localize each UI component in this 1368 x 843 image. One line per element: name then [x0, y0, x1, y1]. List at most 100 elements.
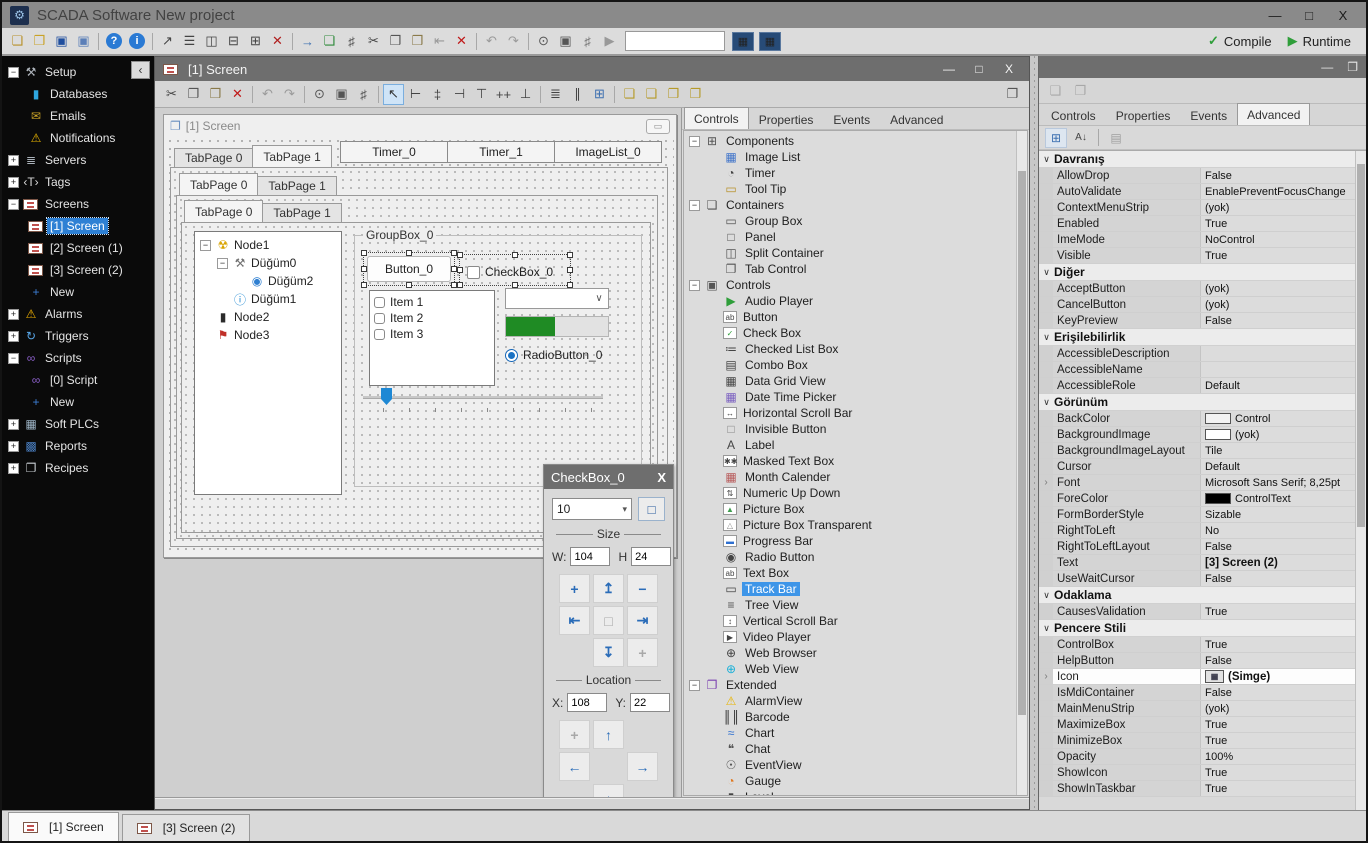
palette-item-numeric-up-down[interactable]: ⇅Numeric Up Down: [684, 485, 1016, 501]
move-right-button[interactable]: →: [627, 752, 658, 781]
palette-item-image-list[interactable]: ▦Image List: [684, 149, 1016, 165]
quick-search-input[interactable]: [625, 31, 725, 51]
tab-advanced[interactable]: Advanced: [880, 110, 953, 129]
redo-icon[interactable]: ↷: [279, 84, 300, 105]
sort-alphabetical-button[interactable]: A↓: [1070, 128, 1092, 148]
compile-button[interactable]: ✓Compile: [1208, 33, 1272, 49]
grid-layout-icon[interactable]: ⊞: [245, 31, 266, 52]
property-row-forecolor[interactable]: ForeColorControlText: [1039, 491, 1355, 507]
property-value[interactable]: (yok): [1201, 297, 1355, 312]
palette-item-panel[interactable]: □Panel: [684, 229, 1016, 245]
expander-icon[interactable]: −: [8, 67, 19, 78]
dock-left-button[interactable]: ⇤: [559, 606, 590, 635]
property-value[interactable]: (yok): [1201, 427, 1355, 442]
runtime-button[interactable]: ▶Runtime: [1288, 33, 1351, 49]
palette-item-alarmview[interactable]: ⚠AlarmView: [684, 693, 1016, 709]
shrink-icon[interactable]: ⇤: [429, 31, 450, 52]
expander-icon[interactable]: −: [689, 680, 700, 691]
property-row-autovalidate[interactable]: AutoValidateEnablePreventFocusChange: [1039, 184, 1355, 200]
props-minimize-button[interactable]: —: [1321, 60, 1333, 74]
property-row-accessibledescription[interactable]: AccessibleDescription: [1039, 346, 1355, 362]
tray-item-imagelist-0[interactable]: ImageList_0: [554, 141, 662, 163]
property-row-icon[interactable]: ›Icon▦(Simge): [1039, 669, 1355, 685]
zoom-document-icon[interactable]: ⊙: [309, 84, 330, 105]
redo-icon[interactable]: ↷: [503, 31, 524, 52]
resize-handle-s[interactable]: [406, 282, 412, 288]
tree-node-d-m2[interactable]: ◉Düğüm2: [195, 272, 341, 290]
save-icon[interactable]: ▣: [51, 31, 72, 52]
expander-icon[interactable]: −: [8, 199, 19, 210]
sidebar-item-new[interactable]: +New: [2, 391, 154, 413]
property-value[interactable]: (yok): [1201, 200, 1355, 215]
categorized-button[interactable]: ⊞: [1045, 128, 1067, 148]
sidebar-item-databases[interactable]: ▮Databases: [2, 83, 154, 105]
sidebar-item-2-screen-1[interactable]: [2] Screen (1): [2, 237, 154, 259]
copy-icon[interactable]: ❐: [183, 84, 204, 105]
property-value[interactable]: True: [1201, 781, 1355, 796]
align-right-icon[interactable]: ⊣: [449, 84, 470, 105]
designer-tab-tabpage-1[interactable]: TabPage 1: [252, 145, 331, 167]
image-tool-1-icon[interactable]: ▦: [732, 32, 754, 51]
property-value[interactable]: Control: [1201, 411, 1355, 426]
bring-forward-icon[interactable]: ❐: [663, 84, 684, 105]
copy-icon[interactable]: ❐: [385, 31, 406, 52]
preview-icon[interactable]: ▶: [599, 31, 620, 52]
property-row-backgroundimage[interactable]: BackgroundImage(yok): [1039, 427, 1355, 443]
properties-scrollbar[interactable]: [1355, 151, 1366, 810]
open-folder-icon[interactable]: ❒: [29, 31, 50, 52]
zoom-document-icon[interactable]: ⊙: [533, 31, 554, 52]
same-width-icon[interactable]: ≣: [545, 84, 566, 105]
y-input[interactable]: [630, 693, 670, 712]
property-row-controlbox[interactable]: ControlBoxTrue: [1039, 637, 1355, 653]
palette-item-month-calender[interactable]: ▦Month Calender: [684, 469, 1016, 485]
expander-icon[interactable]: +: [8, 309, 19, 320]
screen-tab-3-screen-2[interactable]: [3] Screen (2): [122, 814, 251, 841]
resize-handle-sw[interactable]: [361, 282, 367, 288]
grid-step-select[interactable]: 10▾: [552, 498, 632, 520]
designer-tab-tabpage-1[interactable]: TabPage 1: [257, 176, 336, 195]
palette-item-timer[interactable]: ◔Timer: [684, 165, 1016, 181]
property-value[interactable]: Default: [1201, 378, 1355, 393]
panel-splitter[interactable]: [1030, 56, 1038, 810]
resize-handle-ne[interactable]: [567, 252, 573, 258]
property-value[interactable]: 100%: [1201, 749, 1355, 764]
palette-item-level[interactable]: ▮Level: [684, 789, 1016, 795]
palette-item-chart[interactable]: ≈Chart: [684, 725, 1016, 741]
designer-radiobutton[interactable]: RadioButton_0: [505, 348, 602, 362]
palette-item-horizontal-scroll-bar[interactable]: ↔Horizontal Scroll Bar: [684, 405, 1016, 421]
property-row-usewaitcursor[interactable]: UseWaitCursorFalse: [1039, 571, 1355, 587]
screen-tab-1-screen[interactable]: [1] Screen: [8, 812, 119, 841]
property-row-opacity[interactable]: Opacity100%: [1039, 749, 1355, 765]
save-all-icon[interactable]: ▣: [73, 31, 94, 52]
designer-tab-tabpage-0[interactable]: TabPage 0: [174, 148, 253, 167]
palette-item-group-box[interactable]: ▭Group Box: [684, 213, 1016, 229]
expander-icon[interactable]: −: [689, 200, 700, 211]
tray-item-timer-0[interactable]: Timer_0: [340, 141, 448, 163]
expander-icon[interactable]: +: [8, 441, 19, 452]
palette-item-date-time-picker[interactable]: ▦Date Time Picker: [684, 389, 1016, 405]
designer-groupbox[interactable]: GroupBox_0 Button_0 CheckBox_0: [354, 235, 642, 487]
sidebar-item-0-script[interactable]: ∞[0] Script: [2, 369, 154, 391]
property-row-showicon[interactable]: ShowIconTrue: [1039, 765, 1355, 781]
expander-icon[interactable]: −: [217, 258, 228, 269]
palette-item-eventview[interactable]: ☉EventView: [684, 757, 1016, 773]
property-row-allowdrop[interactable]: AllowDropFalse: [1039, 168, 1355, 184]
same-height-icon[interactable]: ∥: [567, 84, 588, 105]
resize-handle-sw[interactable]: [457, 282, 463, 288]
palette-item-button[interactable]: abButton: [684, 309, 1016, 325]
node-structure-icon[interactable]: ♯: [353, 84, 374, 105]
sidebar-collapse-button[interactable]: ‹: [131, 61, 150, 79]
property-value[interactable]: (yok): [1201, 281, 1355, 296]
screen-minimize-button[interactable]: —: [937, 62, 961, 76]
property-category-odaklama[interactable]: ∨Odaklama: [1039, 587, 1355, 604]
resize-handle-w[interactable]: [361, 266, 367, 272]
split-bottom-icon[interactable]: ⊟: [223, 31, 244, 52]
tab-controls[interactable]: Controls: [1041, 106, 1106, 125]
size-decrease-button[interactable]: −: [627, 574, 658, 603]
resize-handle-n[interactable]: [512, 252, 518, 258]
property-row-backgroundimagelayout[interactable]: BackgroundImageLayoutTile: [1039, 443, 1355, 459]
resize-handle-nw[interactable]: [361, 250, 367, 256]
sidebar-item-tags[interactable]: +‹T›Tags: [2, 171, 154, 193]
expander-icon[interactable]: +: [8, 177, 19, 188]
property-row-helpbutton[interactable]: HelpButtonFalse: [1039, 653, 1355, 669]
